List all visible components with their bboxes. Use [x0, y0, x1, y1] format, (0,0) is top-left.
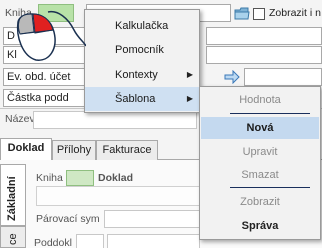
menu-item-kontexty[interactable]: Kontexty ▶ — [85, 63, 199, 87]
context-menu: Kalkulačka Pomocník Kontexty ▶ Šablona ▶ — [84, 9, 200, 113]
inner-kniha-field[interactable] — [66, 170, 94, 186]
parovaci-label: Párovací sym — [36, 213, 100, 225]
menu-item-kalkulacka[interactable]: Kalkulačka — [85, 14, 199, 38]
tab-prilohy[interactable]: Přílohy — [52, 140, 96, 160]
parovaci-field[interactable] — [104, 210, 200, 228]
arrow-right-icon[interactable] — [224, 70, 240, 84]
vtab-second[interactable]: ce — [0, 226, 26, 248]
nazev-field[interactable] — [33, 111, 197, 129]
submenu-sablona: Hodnota Nová Upravit Smazat Zobrazit Spr… — [199, 86, 321, 240]
zobrazit-checkbox[interactable] — [253, 8, 265, 20]
nazev-label: Název — [5, 113, 35, 125]
menu-item-sablona[interactable]: Šablona ▶ — [85, 87, 199, 111]
inner-doklad-field[interactable] — [36, 186, 200, 206]
poddokl-label: Poddokl — [34, 237, 72, 248]
vtab-zakladni[interactable]: Základní — [0, 164, 26, 226]
poddokl-field-1[interactable] — [76, 234, 104, 248]
submenu-item-hodnota: Hodnota — [239, 94, 281, 106]
poddokl-field-2[interactable] — [107, 234, 200, 248]
tab-doklad[interactable]: Doklad — [0, 138, 52, 161]
inner-kniha-label: Kniha — [36, 172, 63, 184]
submenu-item-sprava[interactable]: Správa — [201, 215, 319, 237]
submenu-item-nova[interactable]: Nová — [201, 117, 319, 139]
submenu-item-zobrazit: Zobrazit — [240, 196, 280, 208]
inner-doklad-label: Doklad — [98, 172, 134, 184]
chevron-right-icon: ▶ — [186, 70, 193, 79]
field-d-right[interactable] — [206, 27, 322, 45]
menu-separator — [230, 187, 310, 188]
ev-obd-right-field[interactable] — [244, 68, 322, 86]
submenu-item-smazat: Smazat — [241, 169, 279, 181]
menu-item-pomocnik[interactable]: Pomocník — [85, 38, 199, 62]
tab-fakturace[interactable]: Fakturace — [96, 140, 158, 160]
chevron-right-icon: ▶ — [186, 94, 193, 103]
field-kl-right[interactable] — [206, 46, 322, 64]
zobrazit-label: Zobrazit i n — [269, 7, 321, 19]
mouse-right-click-icon — [16, 10, 86, 61]
menu-separator — [230, 113, 310, 114]
submenu-item-upravit: Upravit — [242, 146, 278, 158]
folder-icon[interactable] — [234, 7, 250, 20]
